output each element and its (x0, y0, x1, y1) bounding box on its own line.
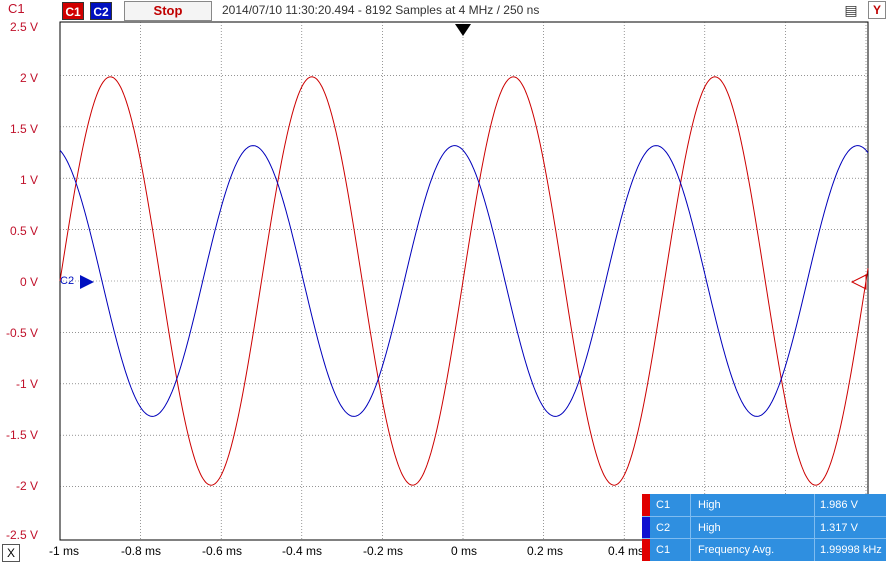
x-label: 0 ms (450, 544, 478, 558)
measurement-channel: C1 (656, 499, 671, 511)
y-label: -0.5 V (5, 326, 38, 340)
measurement-name: High (698, 522, 721, 534)
x-label: -1 ms (49, 544, 79, 558)
y-label: 0 V (19, 275, 38, 289)
measurement-channel: C1 (656, 544, 671, 556)
y-label: -2 V (15, 479, 38, 493)
y-label: 0.5 V (9, 224, 38, 238)
channel-color-bar (642, 517, 650, 539)
y-label: 1 V (19, 173, 38, 187)
y-label: 2.5 V (9, 20, 38, 34)
y-axis-labels: 2.5 V 2 V 1.5 V 1 V 0.5 V 0 V -0.5 V -1 … (0, 0, 58, 564)
measurement-channel: C2 (656, 522, 671, 534)
y-label: 1.5 V (9, 122, 38, 136)
measurement-name: Frequency Avg. (698, 544, 775, 556)
measurement-row[interactable]: C2 High 1.317 V (642, 516, 886, 539)
y-label: -1.5 V (5, 428, 38, 442)
measurement-value: 1.317 V (820, 522, 858, 534)
measurements-panel: C1 High 1.986 V C2 High 1.317 V C1 Frequ… (642, 494, 886, 561)
y-label: -1 V (15, 377, 38, 391)
x-label: -0.2 ms (362, 544, 404, 558)
measurement-row[interactable]: C1 Frequency Avg. 1.99998 kHz (642, 538, 886, 561)
x-label: 0.4 ms (607, 544, 645, 558)
measurement-value: 1.99998 kHz (820, 544, 882, 556)
measurement-value: 1.986 V (820, 499, 858, 511)
x-label: -0.8 ms (120, 544, 162, 558)
y-label: 2 V (19, 71, 38, 85)
channel-color-bar (642, 494, 650, 516)
x-label: 0.2 ms (526, 544, 564, 558)
x-label: -0.4 ms (281, 544, 323, 558)
c2-offset-label: C2 (60, 275, 75, 287)
scope-display[interactable] (0, 0, 890, 564)
x-label: -0.6 ms (201, 544, 243, 558)
measurement-name: High (698, 499, 721, 511)
x-axis-button[interactable]: X (2, 544, 20, 562)
channel-color-bar (642, 539, 650, 561)
measurement-row[interactable]: C1 High 1.986 V (642, 494, 886, 516)
